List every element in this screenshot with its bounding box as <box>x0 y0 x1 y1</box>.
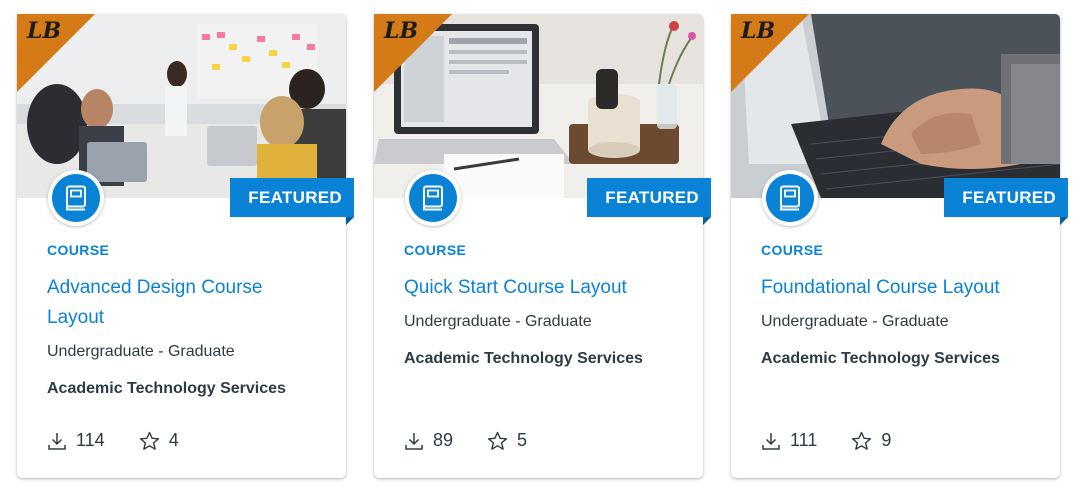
lb-logo-corner: LB <box>374 14 452 92</box>
lb-logo-icon: LB <box>27 18 62 44</box>
card-stats: 89 5 <box>404 430 527 451</box>
course-title-link[interactable]: Quick Start Course Layout <box>404 273 679 303</box>
book-icon <box>423 185 443 211</box>
course-title-link[interactable]: Foundational Course Layout <box>761 273 1036 303</box>
star-icon <box>852 431 872 450</box>
download-count: 114 <box>47 430 105 451</box>
lb-logo-icon: LB <box>384 18 419 44</box>
resource-card[interactable]: LB FEATURED COURSE Advanced Design Cours… <box>17 14 354 478</box>
download-count: 89 <box>404 430 453 451</box>
resource-card[interactable]: LB FEATURED COURSE Foundational Course L… <box>731 14 1068 478</box>
download-icon <box>405 432 423 450</box>
star-icon <box>139 431 159 450</box>
lb-logo-corner: LB <box>731 14 809 92</box>
resource-card[interactable]: LB FEATURED COURSE Quick Start Course La… <box>374 14 711 478</box>
resource-kind-label: COURSE <box>404 242 467 258</box>
card-stats: 114 4 <box>47 430 179 451</box>
star-icon <box>487 431 508 450</box>
course-level: Undergraduate - Graduate <box>404 313 592 330</box>
book-icon <box>66 185 86 211</box>
course-type-badge <box>48 170 104 226</box>
featured-badge: FEATURED <box>587 178 711 225</box>
card-stats: 111 9 <box>761 430 891 451</box>
course-organization: Academic Technology Services <box>47 380 286 397</box>
course-level: Undergraduate - Graduate <box>761 313 949 330</box>
resource-kind-label: COURSE <box>761 242 824 258</box>
favorite-count: 5 <box>487 430 527 451</box>
download-count: 111 <box>761 430 817 451</box>
book-icon <box>780 185 800 211</box>
download-icon <box>48 432 66 450</box>
featured-badge: FEATURED <box>944 178 1068 225</box>
download-icon <box>762 432 780 450</box>
featured-badge: FEATURED <box>230 178 354 225</box>
favorite-count: 4 <box>139 430 179 451</box>
course-organization: Academic Technology Services <box>761 350 1000 367</box>
course-level: Undergraduate - Graduate <box>47 343 235 360</box>
course-title-link[interactable]: Advanced Design Course Layout <box>47 273 322 333</box>
course-type-badge <box>405 170 461 226</box>
course-type-badge <box>762 170 818 226</box>
lb-logo-corner: LB <box>17 14 95 92</box>
resource-kind-label: COURSE <box>47 242 110 258</box>
lb-logo-icon: LB <box>741 18 776 44</box>
course-organization: Academic Technology Services <box>404 350 643 367</box>
favorite-count: 9 <box>851 430 891 451</box>
